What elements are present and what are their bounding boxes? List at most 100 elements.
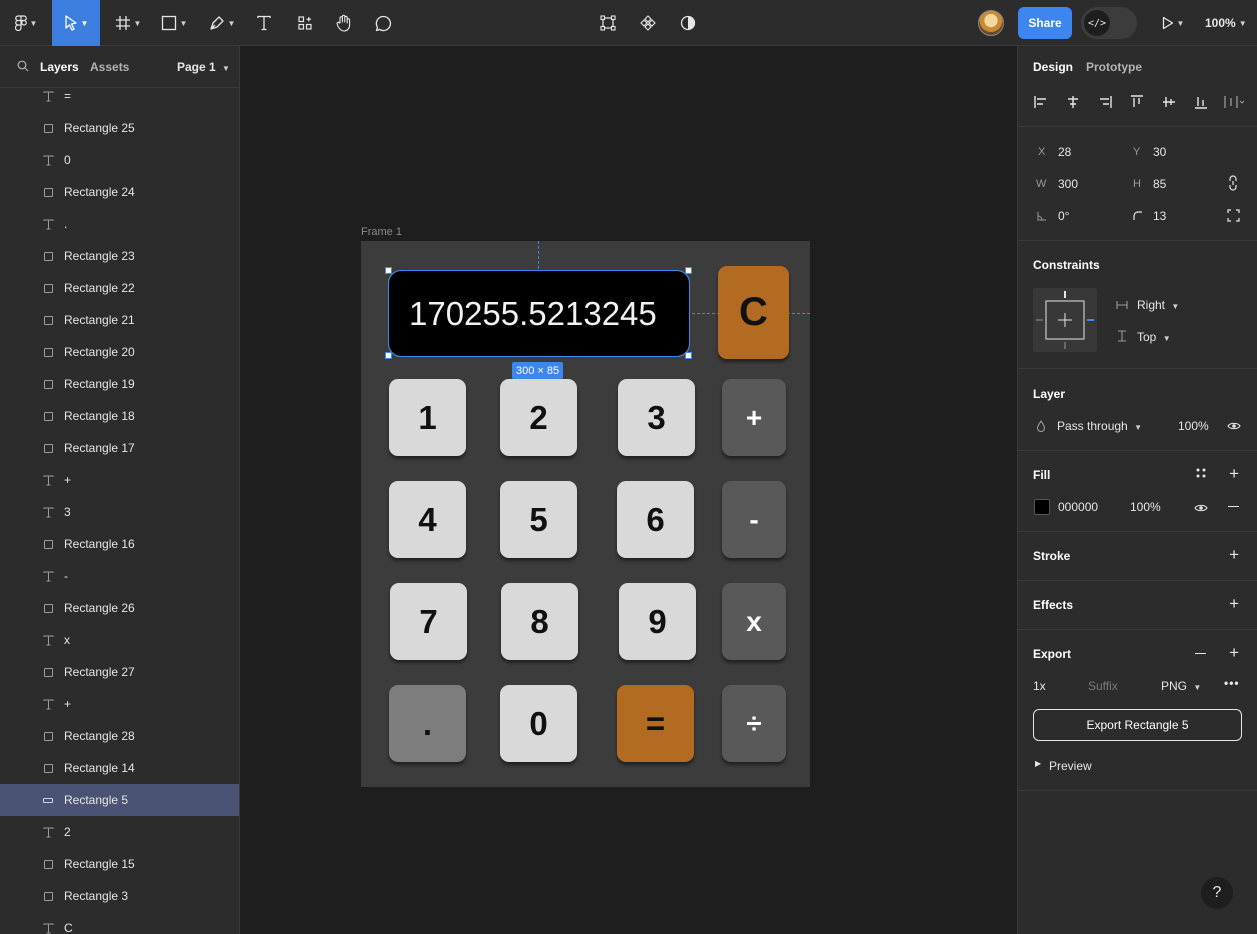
layer-row[interactable]: - xyxy=(0,560,239,592)
remove-export-icon[interactable] xyxy=(1195,653,1206,654)
layer-row[interactable]: Rectangle 22 xyxy=(0,272,239,304)
align-right-icon[interactable] xyxy=(1097,94,1113,110)
key-1[interactable]: 1 xyxy=(389,379,466,456)
key-3[interactable]: 3 xyxy=(618,379,695,456)
independent-corners-icon[interactable] xyxy=(1227,209,1240,225)
layer-row[interactable]: Rectangle 16 xyxy=(0,528,239,560)
tab-prototype[interactable]: Prototype xyxy=(1086,60,1142,74)
hand-tool-button[interactable] xyxy=(331,0,357,46)
blend-mode-select[interactable]: Pass through ▼ xyxy=(1057,419,1142,433)
horizontal-constraint-select[interactable]: Right ▼ xyxy=(1137,298,1179,312)
constrain-proportions-icon[interactable] xyxy=(1227,175,1239,194)
resize-handle-bottom-right[interactable] xyxy=(685,352,692,359)
layer-row[interactable]: Rectangle 20 xyxy=(0,336,239,368)
comment-tool-button[interactable] xyxy=(370,0,396,46)
layer-row[interactable]: 3 xyxy=(0,496,239,528)
design-canvas[interactable]: Frame 1 170255.5213245 300 × 85 C 1 2 3 … xyxy=(241,46,1016,934)
layer-row[interactable]: Rectangle 18 xyxy=(0,400,239,432)
eye-icon[interactable] xyxy=(1227,420,1241,434)
distribute-icon[interactable] xyxy=(1223,94,1245,110)
resize-handle-top-left[interactable] xyxy=(385,267,392,274)
key-2[interactable]: 2 xyxy=(500,379,577,456)
layer-row[interactable]: Rectangle 21 xyxy=(0,304,239,336)
resources-tool-button[interactable] xyxy=(292,0,318,46)
zoom-dropdown[interactable]: 100% ▼ xyxy=(1205,0,1247,46)
layer-row[interactable]: Rectangle 15 xyxy=(0,848,239,880)
calculator-frame[interactable]: 170255.5213245 300 × 85 C 1 2 3 + 4 5 6 … xyxy=(361,241,810,787)
add-effect-icon[interactable]: + xyxy=(1229,595,1239,612)
corner-radius-input[interactable]: 13 xyxy=(1153,209,1166,223)
align-top-icon[interactable] xyxy=(1129,94,1145,110)
preview-toggle[interactable]: Preview xyxy=(1049,759,1092,773)
key-0[interactable]: 0 xyxy=(500,685,577,762)
export-scale-select[interactable]: 1x xyxy=(1033,679,1046,693)
minus-key[interactable]: - xyxy=(722,481,786,558)
layer-row[interactable]: 2 xyxy=(0,816,239,848)
move-tool-button[interactable]: ▼ xyxy=(52,0,100,46)
export-format-select[interactable]: PNG ▼ xyxy=(1161,679,1201,693)
height-input[interactable]: 85 xyxy=(1153,177,1166,191)
layer-row[interactable]: Rectangle 3 xyxy=(0,880,239,912)
layer-row[interactable]: Rectangle 25 xyxy=(0,112,239,144)
key-4[interactable]: 4 xyxy=(389,481,466,558)
shape-tool-button[interactable]: ▼ xyxy=(156,0,192,46)
equals-key[interactable]: = xyxy=(617,685,694,762)
layer-row[interactable]: + xyxy=(0,688,239,720)
dev-mode-toggle[interactable]: </> xyxy=(1081,7,1137,39)
layer-row[interactable]: Rectangle 17 xyxy=(0,432,239,464)
layer-row[interactable]: 0 xyxy=(0,144,239,176)
main-menu-button[interactable]: ▼ xyxy=(8,0,44,46)
divide-key[interactable]: ÷ xyxy=(722,685,786,762)
align-vertical-center-icon[interactable] xyxy=(1161,94,1177,110)
pen-tool-button[interactable]: ▼ xyxy=(204,0,240,46)
constraints-widget[interactable] xyxy=(1033,288,1097,352)
frame-tool-button[interactable]: ▼ xyxy=(110,0,146,46)
width-input[interactable]: 300 xyxy=(1058,177,1078,191)
more-options-icon[interactable]: ••• xyxy=(1224,676,1240,690)
decimal-key[interactable]: . xyxy=(389,685,466,762)
export-button[interactable]: Export Rectangle 5 xyxy=(1033,709,1242,741)
layer-row[interactable]: Rectangle 27 xyxy=(0,656,239,688)
fill-color-swatch[interactable] xyxy=(1034,499,1050,515)
add-export-icon[interactable]: + xyxy=(1229,644,1239,661)
key-6[interactable]: 6 xyxy=(617,481,694,558)
key-5[interactable]: 5 xyxy=(500,481,577,558)
rotation-input[interactable]: 0° xyxy=(1058,209,1069,223)
align-bottom-icon[interactable] xyxy=(1193,94,1209,110)
layer-row[interactable]: Rectangle 19 xyxy=(0,368,239,400)
component-tool-button[interactable] xyxy=(636,0,660,46)
help-button[interactable]: ? xyxy=(1201,877,1233,909)
user-avatar[interactable] xyxy=(978,10,1004,36)
triangle-right-icon[interactable]: ▶ xyxy=(1035,759,1041,768)
layer-row[interactable]: Rectangle 26 xyxy=(0,592,239,624)
layer-row[interactable]: C xyxy=(0,912,239,934)
layer-row[interactable]: Rectangle 5 xyxy=(0,784,239,816)
layer-row[interactable]: Rectangle 28 xyxy=(0,720,239,752)
layer-row[interactable]: . xyxy=(0,208,239,240)
resize-handle-bottom-left[interactable] xyxy=(385,352,392,359)
plus-key[interactable]: + xyxy=(722,379,786,456)
layer-row[interactable]: Rectangle 14 xyxy=(0,752,239,784)
eye-icon[interactable] xyxy=(1194,502,1208,516)
add-stroke-icon[interactable]: + xyxy=(1229,546,1239,563)
contrast-tool-button[interactable] xyxy=(676,0,700,46)
x-input[interactable]: 28 xyxy=(1058,145,1071,159)
export-suffix-input[interactable]: Suffix xyxy=(1088,679,1118,693)
page-selector[interactable]: Page 1 ▼ xyxy=(177,60,230,74)
crop-tool-button[interactable] xyxy=(596,0,620,46)
y-input[interactable]: 30 xyxy=(1153,145,1166,159)
tab-assets[interactable]: Assets xyxy=(90,60,129,74)
align-left-icon[interactable] xyxy=(1033,94,1049,110)
key-8[interactable]: 8 xyxy=(501,583,578,660)
align-horizontal-center-icon[interactable] xyxy=(1065,94,1081,110)
search-icon[interactable] xyxy=(17,60,29,75)
text-tool-button[interactable] xyxy=(252,0,276,46)
share-button[interactable]: Share xyxy=(1018,7,1072,39)
layer-row[interactable]: Rectangle 23 xyxy=(0,240,239,272)
fill-hex-input[interactable]: 000000 xyxy=(1058,500,1098,514)
multiply-key[interactable]: x xyxy=(722,583,786,660)
fill-opacity-input[interactable]: 100% xyxy=(1130,500,1161,514)
clear-key[interactable]: C xyxy=(718,266,789,359)
tab-design[interactable]: Design xyxy=(1033,60,1073,74)
vertical-constraint-select[interactable]: Top ▼ xyxy=(1137,330,1171,344)
